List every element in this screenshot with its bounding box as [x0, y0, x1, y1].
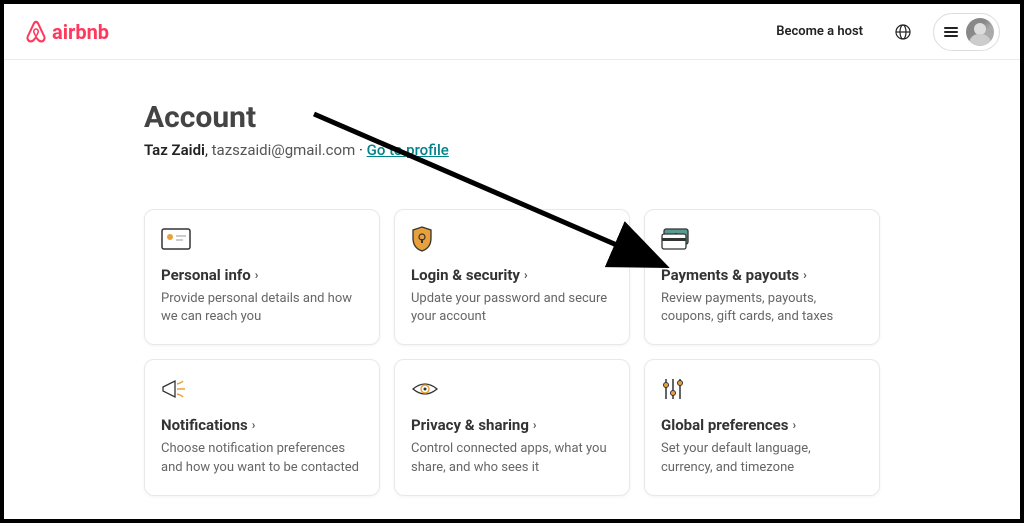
card-login-security[interactable]: Login & security › Update your password …	[394, 209, 630, 345]
chevron-right-icon: ›	[524, 268, 528, 282]
page-title: Account	[144, 100, 880, 135]
chevron-right-icon: ›	[252, 418, 256, 432]
chevron-right-icon: ›	[803, 268, 807, 282]
card-global-prefs[interactable]: Global preferences › Set your default la…	[644, 359, 880, 495]
card-title: Privacy & sharing ›	[411, 416, 613, 434]
id-card-icon	[161, 226, 191, 252]
user-name: Taz Zaidi	[144, 141, 205, 159]
megaphone-icon	[161, 376, 191, 402]
payments-icon	[661, 226, 691, 252]
card-desc: Review payments, payouts, coupons, gift …	[661, 290, 863, 326]
avatar	[966, 18, 994, 46]
card-desc: Choose notification preferences and how …	[161, 440, 363, 476]
settings-cards: Personal info › Provide personal details…	[144, 209, 880, 496]
card-notifications[interactable]: Notifications › Choose notification pref…	[144, 359, 380, 495]
user-email: tazszaidi@gmail.com	[212, 141, 356, 159]
chevron-right-icon: ›	[533, 418, 537, 432]
card-privacy[interactable]: Privacy & sharing › Control connected ap…	[394, 359, 630, 495]
sliders-icon	[661, 376, 691, 402]
user-menu[interactable]	[933, 13, 1000, 51]
hamburger-icon	[944, 25, 958, 39]
airbnb-logo-icon	[24, 19, 48, 45]
card-title: Personal info ›	[161, 266, 363, 284]
header-actions: Become a host	[766, 13, 1000, 51]
card-payments[interactable]: Payments & payouts › Review payments, pa…	[644, 209, 880, 345]
profile-link[interactable]: Go to profile	[367, 141, 449, 159]
card-title: Payments & payouts ›	[661, 266, 863, 284]
chevron-right-icon: ›	[793, 418, 797, 432]
main-content: Account Taz Zaidi, tazszaidi@gmail.com ·…	[4, 60, 1020, 496]
header: airbnb Become a host	[4, 4, 1020, 60]
logo-text: airbnb	[52, 20, 109, 44]
logo[interactable]: airbnb	[24, 19, 109, 45]
card-desc: Control connected apps, what you share, …	[411, 440, 613, 476]
card-desc: Set your default language, currency, and…	[661, 440, 863, 476]
card-title: Notifications ›	[161, 416, 363, 434]
eye-icon	[411, 376, 441, 402]
shield-icon	[411, 226, 441, 252]
globe-icon	[895, 24, 911, 40]
become-host-link[interactable]: Become a host	[766, 16, 873, 47]
language-button[interactable]	[885, 14, 921, 50]
chevron-right-icon: ›	[255, 268, 259, 282]
account-subtitle: Taz Zaidi, tazszaidi@gmail.com · Go to p…	[144, 141, 880, 159]
card-title: Login & security ›	[411, 266, 613, 284]
card-desc: Update your password and secure your acc…	[411, 290, 613, 326]
card-title: Global preferences ›	[661, 416, 863, 434]
card-desc: Provide personal details and how we can …	[161, 290, 363, 326]
card-personal-info[interactable]: Personal info › Provide personal details…	[144, 209, 380, 345]
